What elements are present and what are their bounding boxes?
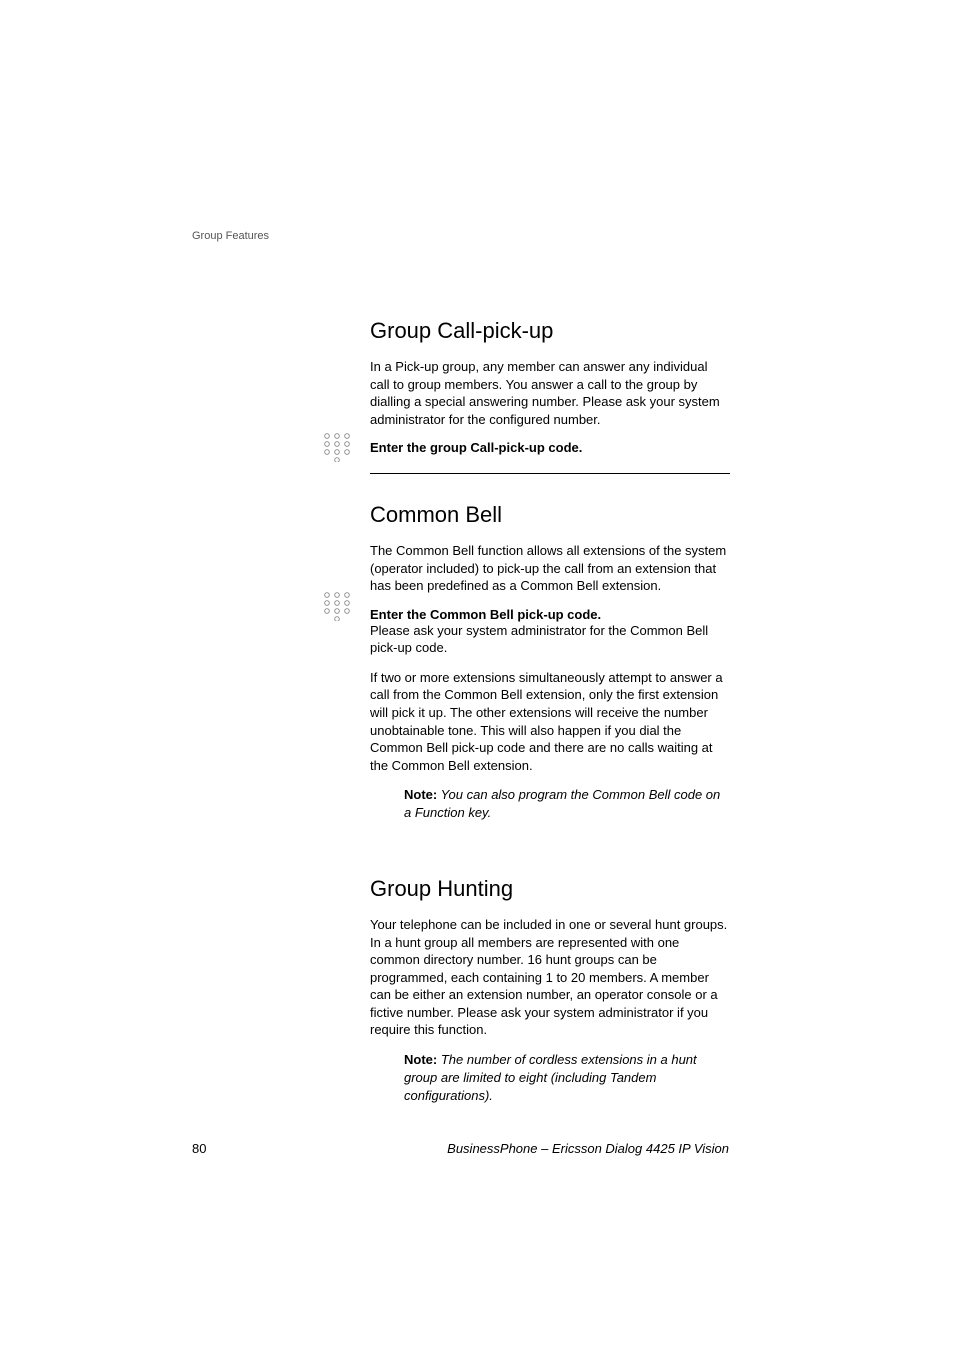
section-title: Common Bell [370, 502, 730, 528]
keypad-icon [322, 591, 352, 626]
section-intro: The Common Bell function allows all exte… [370, 542, 730, 595]
note-label: Note: [404, 787, 437, 802]
section-group-hunting: Group Hunting Your telephone can be incl… [370, 876, 730, 1105]
footer-doc-title: BusinessPhone – Ericsson Dialog 4425 IP … [447, 1141, 729, 1156]
note-block: Note: The number of cordless extensions … [404, 1051, 730, 1105]
note-text: You can also program the Common Bell cod… [404, 787, 720, 820]
section-title: Group Hunting [370, 876, 730, 902]
section-intro: In a Pick-up group, any member can answe… [370, 358, 730, 428]
section-intro: Your telephone can be included in one or… [370, 916, 730, 1039]
section-title: Group Call-pick-up [370, 318, 730, 344]
note-text: The number of cordless extensions in a h… [404, 1052, 697, 1103]
section-divider [370, 473, 730, 474]
main-content: Group Call-pick-up In a Pick-up group, a… [370, 318, 730, 1117]
keypad-icon [322, 432, 352, 467]
chapter-header: Group Features [192, 230, 269, 242]
instruction-text: Enter the group Call-pick-up code. [370, 440, 730, 455]
note-block: Note: You can also program the Common Be… [404, 786, 730, 822]
note-label: Note: [404, 1052, 437, 1067]
page-number: 80 [192, 1141, 206, 1156]
section-para: If two or more extensions simultaneously… [370, 669, 730, 774]
instruction-row: Enter the group Call-pick-up code. [370, 440, 730, 455]
instruction-text: Enter the Common Bell pick-up code. [370, 607, 730, 622]
followup-text: Please ask your system administrator for… [370, 622, 730, 657]
section-group-call-pickup: Group Call-pick-up In a Pick-up group, a… [370, 318, 730, 474]
section-common-bell: Common Bell The Common Bell function all… [370, 502, 730, 822]
instruction-row: Enter the Common Bell pick-up code. Plea… [370, 607, 730, 657]
